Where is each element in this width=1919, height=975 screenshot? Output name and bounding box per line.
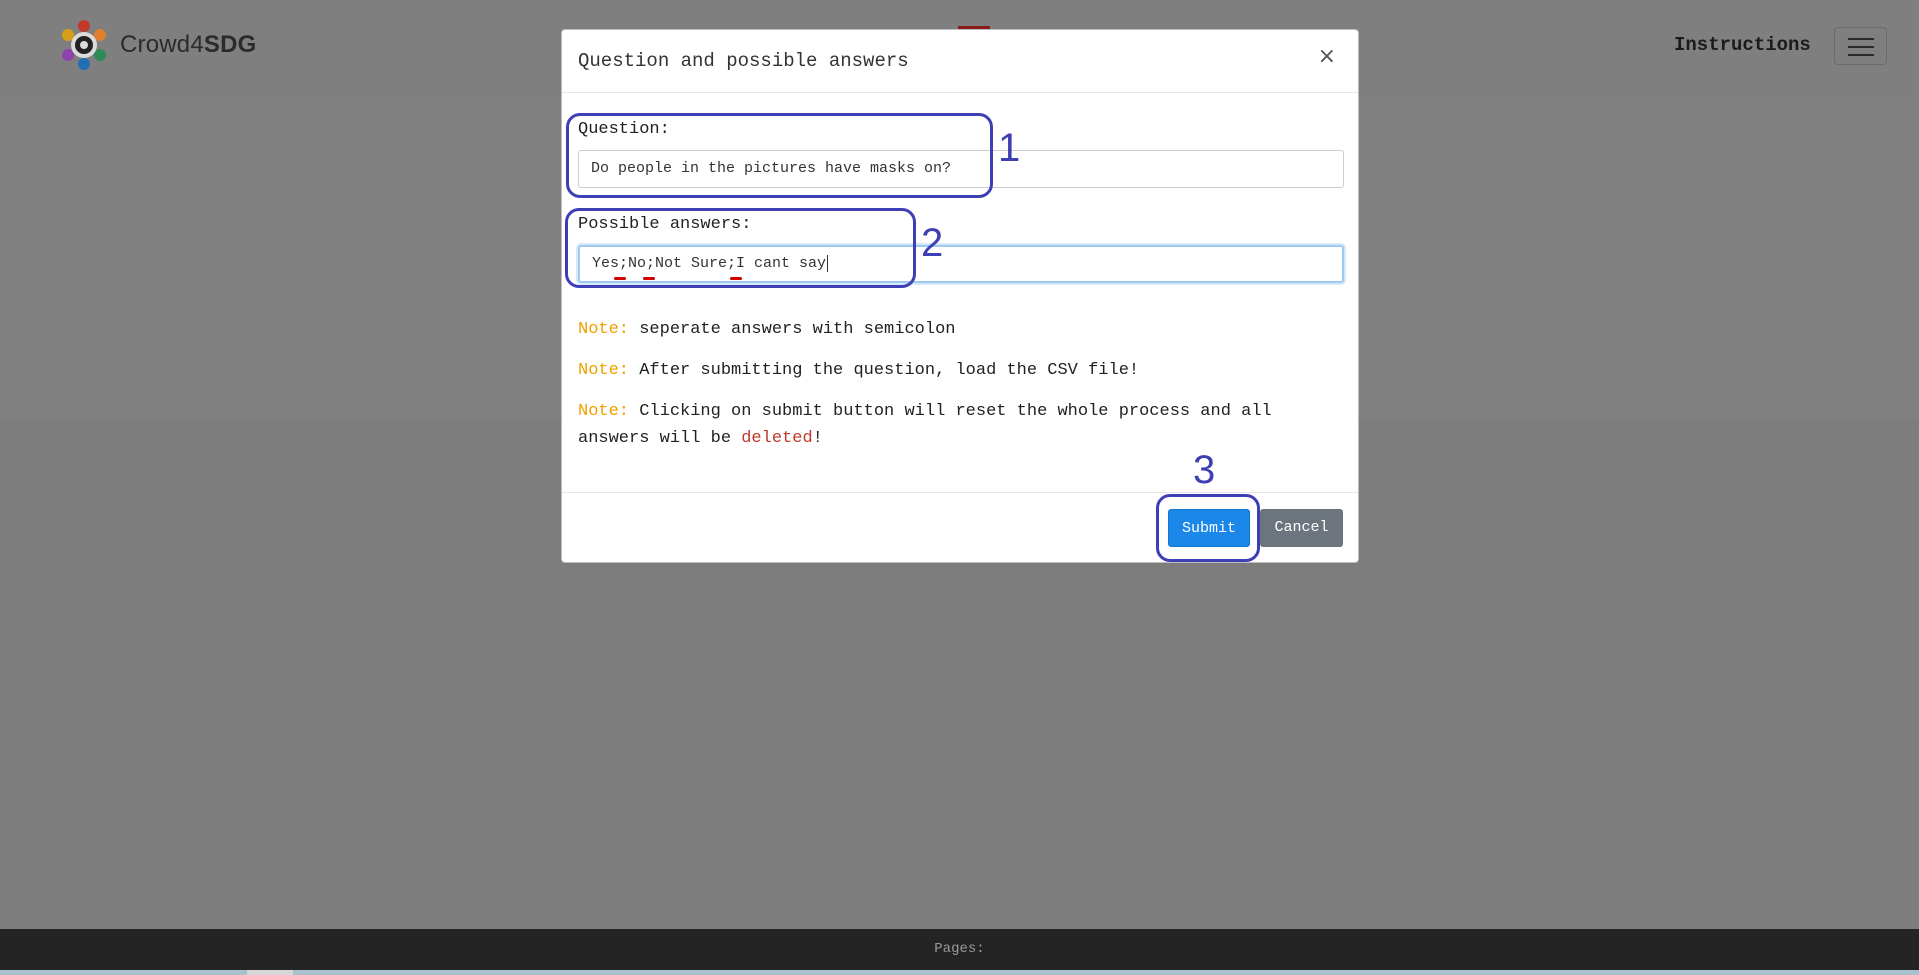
- note-reset: Note: Clicking on submit button will res…: [578, 398, 1338, 452]
- annotation-number-1: 1: [998, 126, 1021, 170]
- logo-icon: [62, 20, 106, 70]
- annotation-number-2: 2: [921, 221, 944, 265]
- footer: Pages:: [0, 929, 1919, 975]
- note-text: After submitting the question, load the …: [629, 361, 1140, 380]
- note-label: Note:: [578, 320, 630, 339]
- annotation-number-3: 3: [1193, 448, 1216, 492]
- instructions-link[interactable]: Instructions: [1674, 34, 1811, 56]
- note-csv: Note: After submitting the question, loa…: [578, 357, 1338, 384]
- deleted-highlight: deleted: [741, 429, 813, 448]
- menu-toggle-button[interactable]: [1834, 27, 1887, 65]
- annotation-box-answers: [565, 208, 916, 288]
- hamburger-icon: [1848, 38, 1874, 40]
- note-label: Note:: [578, 361, 630, 380]
- note-text: Clicking on submit button will reset the…: [578, 402, 1272, 448]
- pages-label: Pages:: [934, 941, 985, 957]
- annotation-box-question: [566, 113, 993, 198]
- bottom-strip-segment: [247, 970, 293, 975]
- note-text: seperate answers with semicolon: [629, 320, 956, 339]
- modal-header: Question and possible answers ×: [562, 30, 1358, 93]
- question-modal: Question and possible answers × Question…: [561, 29, 1359, 563]
- modal-title: Question and possible answers: [578, 50, 909, 72]
- crowd4sdg-logo[interactable]: Crowd4SDG: [60, 20, 257, 70]
- note-semicolon: Note: seperate answers with semicolon: [578, 316, 1338, 343]
- logo-text: Crowd4SDG: [120, 31, 257, 58]
- hamburger-icon: [1848, 46, 1874, 48]
- cancel-button[interactable]: Cancel: [1260, 509, 1343, 547]
- note-label: Note:: [578, 402, 630, 421]
- hamburger-icon: [1848, 54, 1874, 56]
- close-icon[interactable]: ×: [1318, 44, 1336, 69]
- note-text-end: !: [812, 429, 823, 448]
- annotation-box-submit: [1156, 494, 1260, 562]
